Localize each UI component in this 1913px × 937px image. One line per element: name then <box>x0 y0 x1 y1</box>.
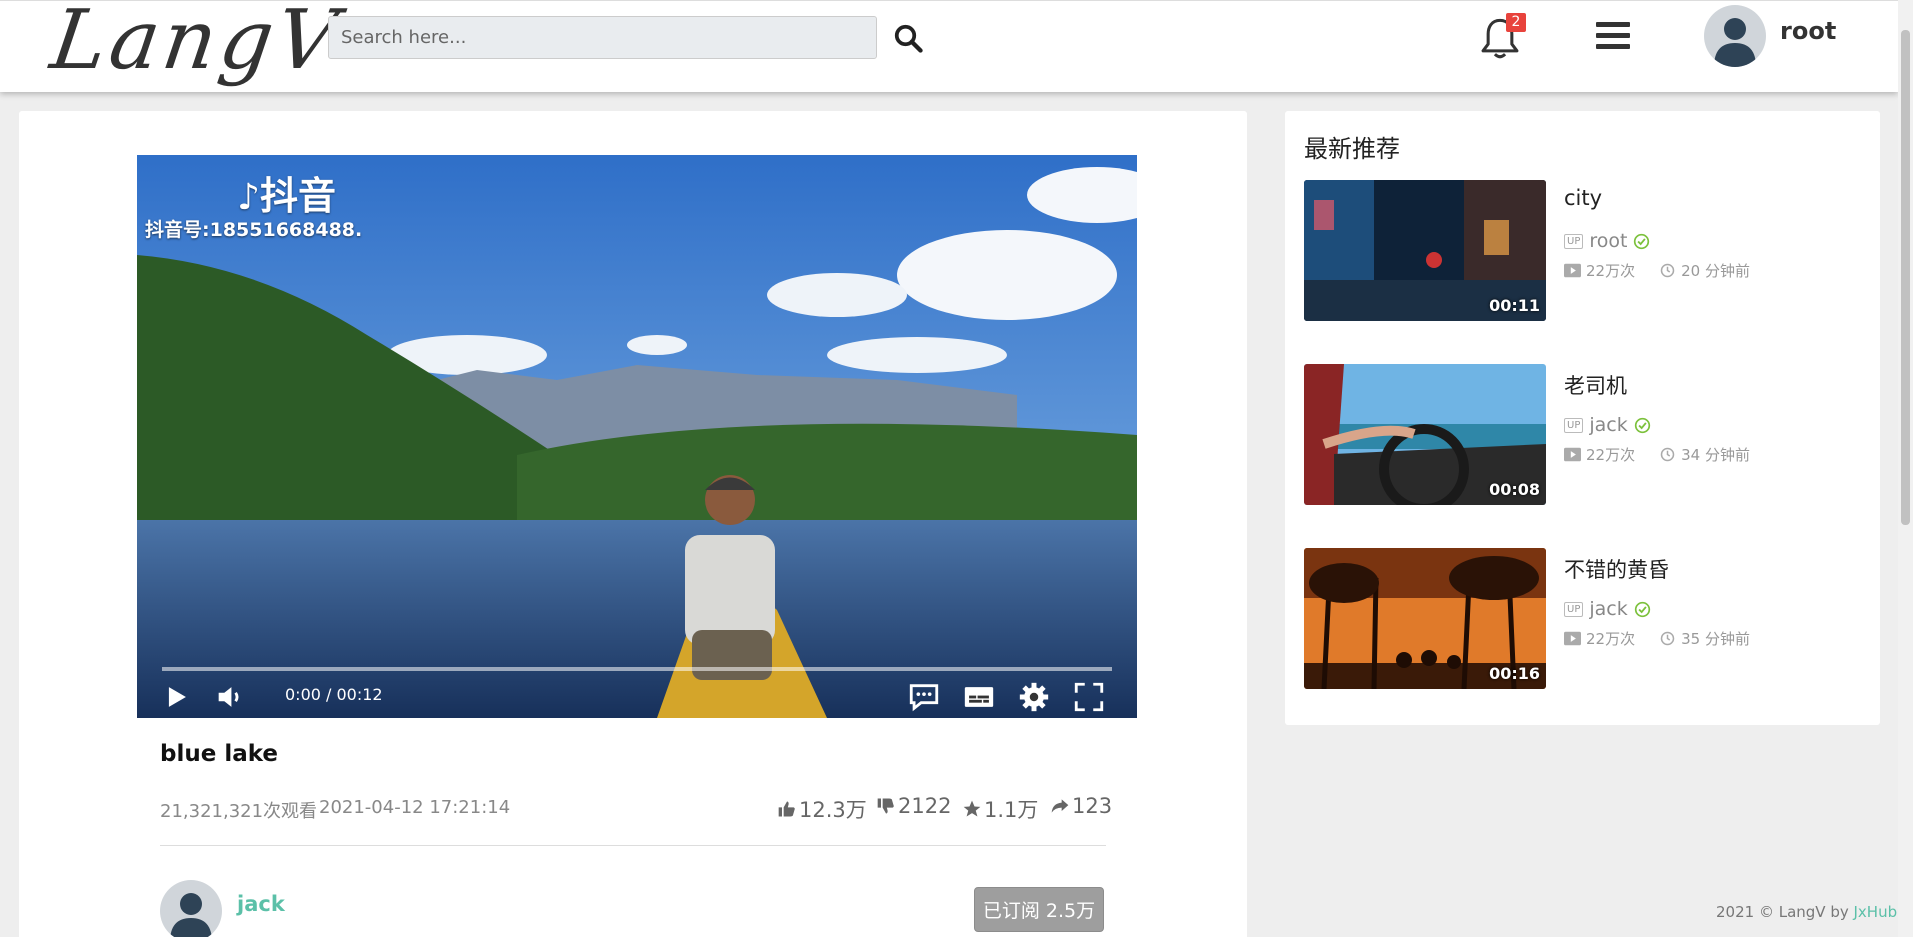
video-thumbnail[interactable]: 00:11 <box>1304 180 1546 321</box>
author-name[interactable]: jack <box>1589 598 1627 620</box>
verified-check-icon <box>1634 417 1650 433</box>
view-count: 21,321,321次观看 <box>160 801 318 822</box>
danmaku-icon[interactable] <box>907 680 941 714</box>
recommendations-panel: 最新推荐 00:11 city UP root 22万次 20 分钟前 00:0… <box>1285 111 1880 725</box>
publish-date: 2021-04-12 17:21:14 <box>319 797 511 818</box>
recommended-video-item[interactable]: 00:08 老司机 UP jack 22万次 34 分钟前 <box>1304 364 1864 506</box>
video-progress-bar[interactable] <box>162 667 1112 671</box>
play-count-icon <box>1564 631 1581 646</box>
video-thumbnail[interactable]: 00:16 <box>1304 548 1546 689</box>
author-avatar[interactable] <box>160 880 222 937</box>
video-player[interactable]: ♪抖音 抖音号:18551668488. 0:00 / 00:12 <box>137 155 1137 718</box>
settings-gear-icon[interactable] <box>1017 680 1051 714</box>
site-logo[interactable]: LangV <box>45 0 346 88</box>
divider <box>160 845 1106 846</box>
author-name[interactable]: root <box>1589 230 1627 252</box>
author-name-link[interactable]: jack <box>237 892 285 916</box>
share-button[interactable]: 123 <box>1050 794 1112 818</box>
video-time-readout: 0:00 / 00:12 <box>285 685 383 704</box>
dislike-button[interactable]: 2122 <box>876 794 951 818</box>
up-tag: UP <box>1564 601 1584 617</box>
volume-icon[interactable] <box>213 680 247 714</box>
favorite-count: 1.1万 <box>984 798 1039 822</box>
recommended-video-title[interactable]: 老司机 <box>1564 370 1627 400</box>
recommended-video-item[interactable]: 00:16 不错的黄昏 UP jack 22万次 35 分钟前 <box>1304 548 1864 690</box>
subtitles-icon[interactable] <box>962 680 996 714</box>
recommended-video-item[interactable]: 00:11 city UP root 22万次 20 分钟前 <box>1304 180 1864 322</box>
tiktok-watermark: ♪抖音 <box>237 174 336 218</box>
play-count: 22万次 <box>1586 630 1636 648</box>
verified-check-icon <box>1634 233 1650 249</box>
play-count-icon <box>1564 447 1581 462</box>
tiktok-id-watermark: 抖音号:18551668488. <box>145 219 363 241</box>
video-title: blue lake <box>160 741 279 767</box>
video-duration: 00:11 <box>1489 296 1540 315</box>
page-scrollbar[interactable] <box>1898 0 1913 937</box>
play-count-icon <box>1564 263 1581 278</box>
share-icon <box>1051 799 1069 813</box>
clock-icon <box>1660 447 1675 462</box>
footer-text: 2021 © LangV by <box>1716 903 1854 921</box>
recommended-video-title[interactable]: 不错的黄昏 <box>1564 554 1669 584</box>
time-ago: 34 分钟前 <box>1681 446 1750 464</box>
verified-check-icon <box>1634 601 1650 617</box>
recommended-video-stats: 22万次 35 分钟前 <box>1564 628 1750 649</box>
search-input[interactable] <box>328 16 877 59</box>
up-tag: UP <box>1564 417 1584 433</box>
recommended-video-stats: 22万次 34 分钟前 <box>1564 444 1750 465</box>
recommended-video-author: UP jack <box>1564 414 1651 436</box>
scrollbar-thumb[interactable] <box>1901 30 1910 525</box>
fullscreen-icon[interactable] <box>1072 680 1106 714</box>
notification-badge: 2 <box>1506 13 1526 32</box>
star-icon <box>963 800 981 817</box>
hamburger-menu-icon[interactable] <box>1596 22 1630 52</box>
video-duration: 00:16 <box>1489 664 1540 683</box>
like-button[interactable]: 12.3万 <box>777 794 867 824</box>
play-count: 22万次 <box>1586 262 1636 280</box>
video-thumbnail[interactable]: 00:08 <box>1304 364 1546 505</box>
time-ago: 35 分钟前 <box>1681 630 1750 648</box>
subscribe-button[interactable]: 已订阅 2.5万 <box>974 887 1104 932</box>
share-count: 123 <box>1072 794 1113 818</box>
username-label[interactable]: root <box>1780 17 1836 45</box>
footer-link[interactable]: JxHub <box>1853 903 1897 921</box>
recommendations-title: 最新推荐 <box>1304 135 1400 163</box>
user-avatar[interactable] <box>1704 5 1766 67</box>
clock-icon <box>1660 263 1675 278</box>
play-icon[interactable] <box>159 680 193 714</box>
dislike-count: 2122 <box>898 794 952 818</box>
thumbs-down-icon <box>877 798 894 814</box>
top-navbar: LangV 2 root <box>0 0 1898 92</box>
like-count: 12.3万 <box>799 798 867 822</box>
search-icon[interactable] <box>893 23 923 53</box>
recommended-video-stats: 22万次 20 分钟前 <box>1564 260 1750 281</box>
author-name[interactable]: jack <box>1589 414 1627 436</box>
up-tag: UP <box>1564 233 1584 249</box>
recommended-video-author: UP jack <box>1564 598 1651 620</box>
video-duration: 00:08 <box>1489 480 1540 499</box>
recommended-video-author: UP root <box>1564 230 1650 252</box>
footer-credit: 2021 © LangV by JxHub <box>1716 903 1897 921</box>
clock-icon <box>1660 631 1675 646</box>
recommended-video-title[interactable]: city <box>1564 186 1602 210</box>
thumbs-up-icon <box>778 801 795 817</box>
time-ago: 20 分钟前 <box>1681 262 1750 280</box>
play-count: 22万次 <box>1586 446 1636 464</box>
favorite-button[interactable]: 1.1万 <box>962 794 1038 824</box>
